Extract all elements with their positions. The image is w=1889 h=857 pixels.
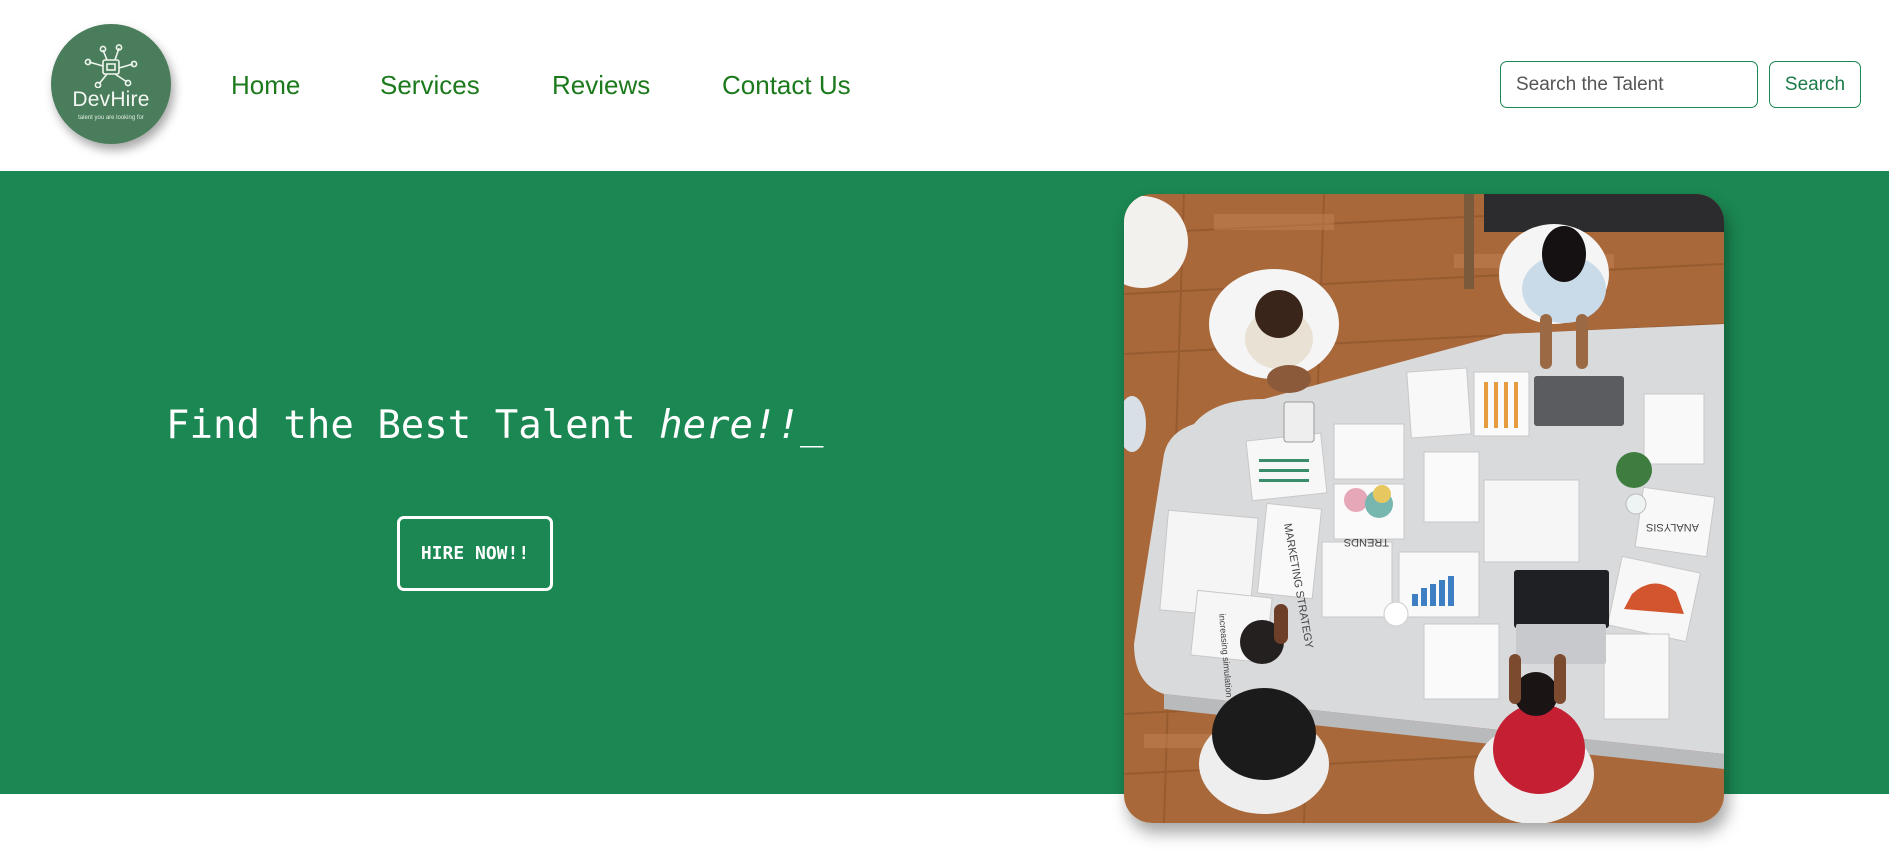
team-meeting-photo: MARKETING STRATEGY TRENDS ANALYSIS incre… (1124, 194, 1724, 823)
circuit-network-icon (84, 44, 138, 88)
typing-cursor: _ (799, 403, 824, 448)
hire-now-button[interactable]: HIRE NOW!! (397, 516, 553, 591)
devhire-logo[interactable]: DevHire talent you are looking for (51, 24, 171, 144)
logo-tagline: talent you are looking for (78, 115, 144, 121)
navbar: DevHire talent you are looking for Home … (0, 0, 1889, 171)
paper-label-trends: TRENDS (1344, 536, 1389, 548)
paper-label-analysis: ANALYSIS (1646, 521, 1699, 533)
nav-services-link[interactable]: Services (380, 70, 480, 101)
nav-reviews-link[interactable]: Reviews (552, 70, 650, 101)
headline-emphasis-text: here!! (659, 403, 800, 448)
hero-headline: Find the Best Talent here!!_ (166, 403, 823, 448)
nav-home-link[interactable]: Home (231, 70, 300, 101)
nav-contact-us-link[interactable]: Contact Us (722, 70, 851, 101)
headline-main-text: Find the Best Talent (166, 403, 660, 448)
logo-brand-name: DevHire (72, 88, 150, 111)
search-input[interactable] (1500, 61, 1758, 108)
search-button[interactable]: Search (1769, 61, 1861, 108)
meeting-illustration: MARKETING STRATEGY TRENDS ANALYSIS incre… (1124, 194, 1724, 823)
